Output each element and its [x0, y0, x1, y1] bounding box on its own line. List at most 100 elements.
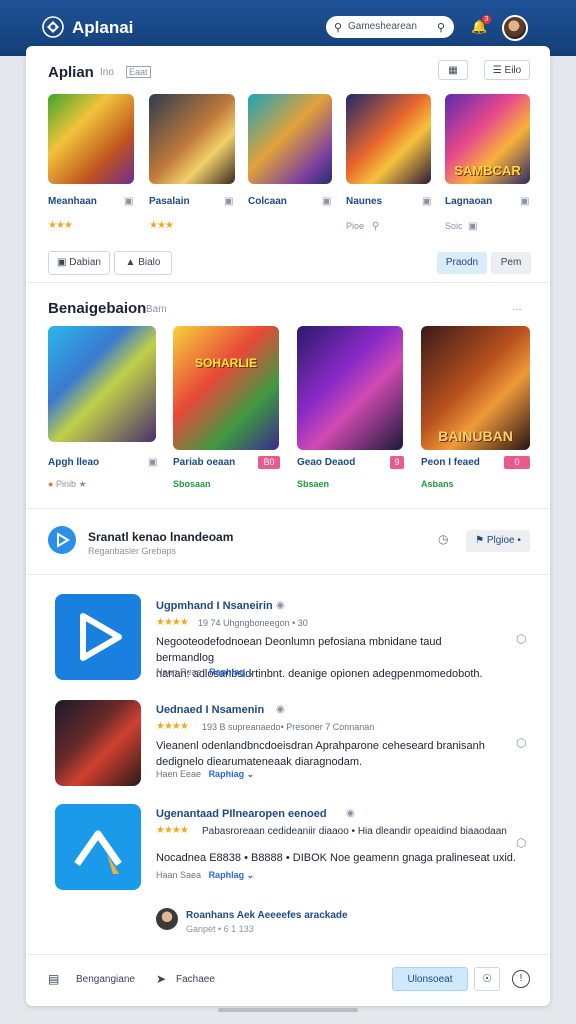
search-icon: ⚲: [334, 22, 343, 34]
section-divider: [26, 282, 550, 283]
shield-icon[interactable]: ⬡: [516, 632, 526, 646]
app-icon-game[interactable]: [55, 700, 141, 786]
info-icon[interactable]: ▣: [520, 196, 529, 207]
filter-chip-2[interactable]: ▲ Bialo: [114, 251, 172, 275]
list-item-meta: Pabasroreaan cedideaniir diaaoo • Hia dl…: [202, 826, 507, 837]
filter-button[interactable]: ☰ Eilo: [484, 60, 530, 80]
game-name[interactable]: Geao Deaod: [297, 457, 355, 468]
app-icon-play[interactable]: [55, 594, 141, 680]
reviewer-avatar[interactable]: [156, 908, 178, 930]
game-name[interactable]: Peon I feaed: [421, 457, 480, 468]
library-icon[interactable]: ▤: [48, 972, 59, 986]
bottom-nav-library[interactable]: Bengangiane: [76, 974, 135, 985]
game-thumbnail[interactable]: SAMBCAR: [445, 94, 530, 184]
clock-icon[interactable]: ◷: [438, 532, 448, 546]
featured-action-button[interactable]: ⚑ Plgioe •: [466, 530, 530, 552]
review-meta: Ganpet • 6 1 133: [186, 924, 254, 934]
chevron-down-icon[interactable]: ⌄: [247, 769, 255, 779]
grid-icon: ▦: [448, 65, 458, 76]
share-button[interactable]: ☉: [474, 967, 500, 991]
game-price: Sbsaen: [297, 479, 330, 489]
description-line: Nocadnea E8838 • B8888 • DIBOK Noe geame…: [156, 852, 516, 864]
bottom-primary-button[interactable]: Ulonsoeat: [392, 967, 468, 991]
search-icon[interactable]: ⚲: [372, 221, 379, 232]
chevron-down-icon[interactable]: ⌄: [247, 870, 255, 880]
featured-subtitle: Reganbasler Grebaps: [88, 546, 177, 556]
list-item-title[interactable]: Uednaed I Nsamenin: [156, 704, 264, 716]
search-go-icon[interactable]: ⚲: [437, 21, 445, 34]
list-item-link-primary[interactable]: Raphlag: [209, 870, 245, 880]
game-thumbnail[interactable]: [149, 94, 235, 184]
list-item-title[interactable]: Ugenantaad PIlnearopen eenoed: [156, 808, 327, 820]
filter-chip-1[interactable]: ▣ Dabian: [48, 251, 110, 275]
verified-icon: ◉: [276, 600, 285, 611]
list-item-meta: 19 74 Uhgngboneegon • 30: [198, 618, 308, 628]
info-icon[interactable]: ▣: [422, 196, 431, 207]
list-item-meta: 193 B supreanaedo• Presoner 7 Connanan: [202, 722, 375, 732]
game-price: Asbans: [421, 479, 454, 489]
app-icon-upload[interactable]: [55, 804, 141, 890]
doc-icon: ▣: [57, 257, 70, 268]
game-name[interactable]: Naunes: [346, 196, 382, 207]
notifications-button[interactable]: 🔔 3: [471, 15, 491, 35]
game-sub-label: ● Pinib ★: [48, 479, 87, 490]
chevron-down-icon[interactable]: ⌄: [247, 667, 255, 677]
info-icon[interactable]: ▣: [124, 196, 133, 207]
game-sub-label: Soic: [445, 221, 463, 231]
list-item-title[interactable]: Ugpmhand I Nsaneirin: [156, 600, 273, 612]
share-icon: ☉: [482, 973, 492, 985]
game-name[interactable]: Lagnaoan: [445, 196, 492, 207]
app-logo-icon[interactable]: [42, 16, 64, 38]
game-thumbnail[interactable]: [248, 94, 332, 184]
game-thumbnail[interactable]: [346, 94, 431, 184]
info-icon[interactable]: ▣: [148, 457, 157, 468]
game-thumbnail[interactable]: BAINUBAN: [421, 326, 530, 450]
list-item-description: Nocadnea E8838 • B8888 • DIBOK Noe geame…: [156, 850, 516, 866]
info-small-icon[interactable]: ▣: [468, 221, 477, 232]
search-input[interactable]: ⚲ Gameshearean ⚲: [326, 16, 454, 38]
play-logo-icon[interactable]: [48, 526, 76, 554]
settings-icon: •: [517, 535, 521, 546]
section-title-featured-games: Benaigebaion: [48, 300, 147, 317]
filter-chip-label: Dabian: [69, 257, 101, 268]
view-toggle-button[interactable]: ▦: [438, 60, 468, 80]
list-item-link-secondary[interactable]: Naen Reae: [156, 667, 202, 677]
list-item-links: Naen Reae Raphlag ⌄: [156, 667, 255, 678]
pin-icon[interactable]: ➤: [156, 972, 166, 986]
game-thumbnail[interactable]: SOHARLIE: [173, 326, 279, 450]
game-thumbnail-caption: SOHARLIE: [194, 356, 257, 370]
verified-icon: ◉: [346, 808, 355, 819]
primary-action-button[interactable]: Praodn: [437, 252, 487, 274]
game-thumbnail[interactable]: [297, 326, 403, 450]
list-item-link-primary[interactable]: Raphiag: [209, 769, 245, 779]
shield-icon[interactable]: ⬡: [516, 836, 526, 850]
game-name[interactable]: Apgh lleao: [48, 457, 99, 468]
game-sub-text: Pinib: [55, 479, 76, 489]
game-name[interactable]: Pasalain: [149, 196, 190, 207]
game-thumbnail[interactable]: [48, 326, 156, 442]
shield-icon[interactable]: ⬡: [516, 736, 526, 750]
home-indicator[interactable]: [218, 1008, 358, 1012]
list-item-link-secondary[interactable]: Haen Eeae: [156, 769, 201, 779]
user-avatar[interactable]: [502, 15, 528, 41]
game-thumbnail[interactable]: [48, 94, 134, 184]
game-name[interactable]: Pariab oeaan: [173, 457, 235, 468]
list-item-links: Haan Saea Raphlag ⌄: [156, 870, 254, 881]
description-line: dedignelo diearumateneaak diaragnodam.: [156, 756, 363, 768]
game-badge: 9: [390, 456, 404, 469]
info-circle-icon[interactable]: !: [512, 970, 530, 988]
game-name[interactable]: Colcaan: [248, 196, 287, 207]
list-item-link-secondary[interactable]: Haan Saea: [156, 870, 201, 880]
bottom-nav-favorites[interactable]: Fachaee: [176, 974, 215, 985]
reviewer-name[interactable]: Roanhans Aek Aeeeefes arackade: [186, 910, 348, 921]
info-icon[interactable]: ▣: [224, 196, 233, 207]
info-icon[interactable]: ▣: [322, 196, 331, 207]
game-rating: ★★★: [149, 220, 174, 231]
secondary-action-button[interactable]: Pem: [491, 252, 531, 274]
list-item-link-primary[interactable]: Raphlag: [209, 667, 245, 677]
section-tag: Eaat: [126, 66, 151, 78]
more-icon[interactable]: …: [512, 302, 522, 313]
verified-icon: ◉: [276, 704, 285, 715]
list-item-rating: ★★★★: [156, 721, 189, 732]
game-name[interactable]: Meanhaan: [48, 196, 97, 207]
